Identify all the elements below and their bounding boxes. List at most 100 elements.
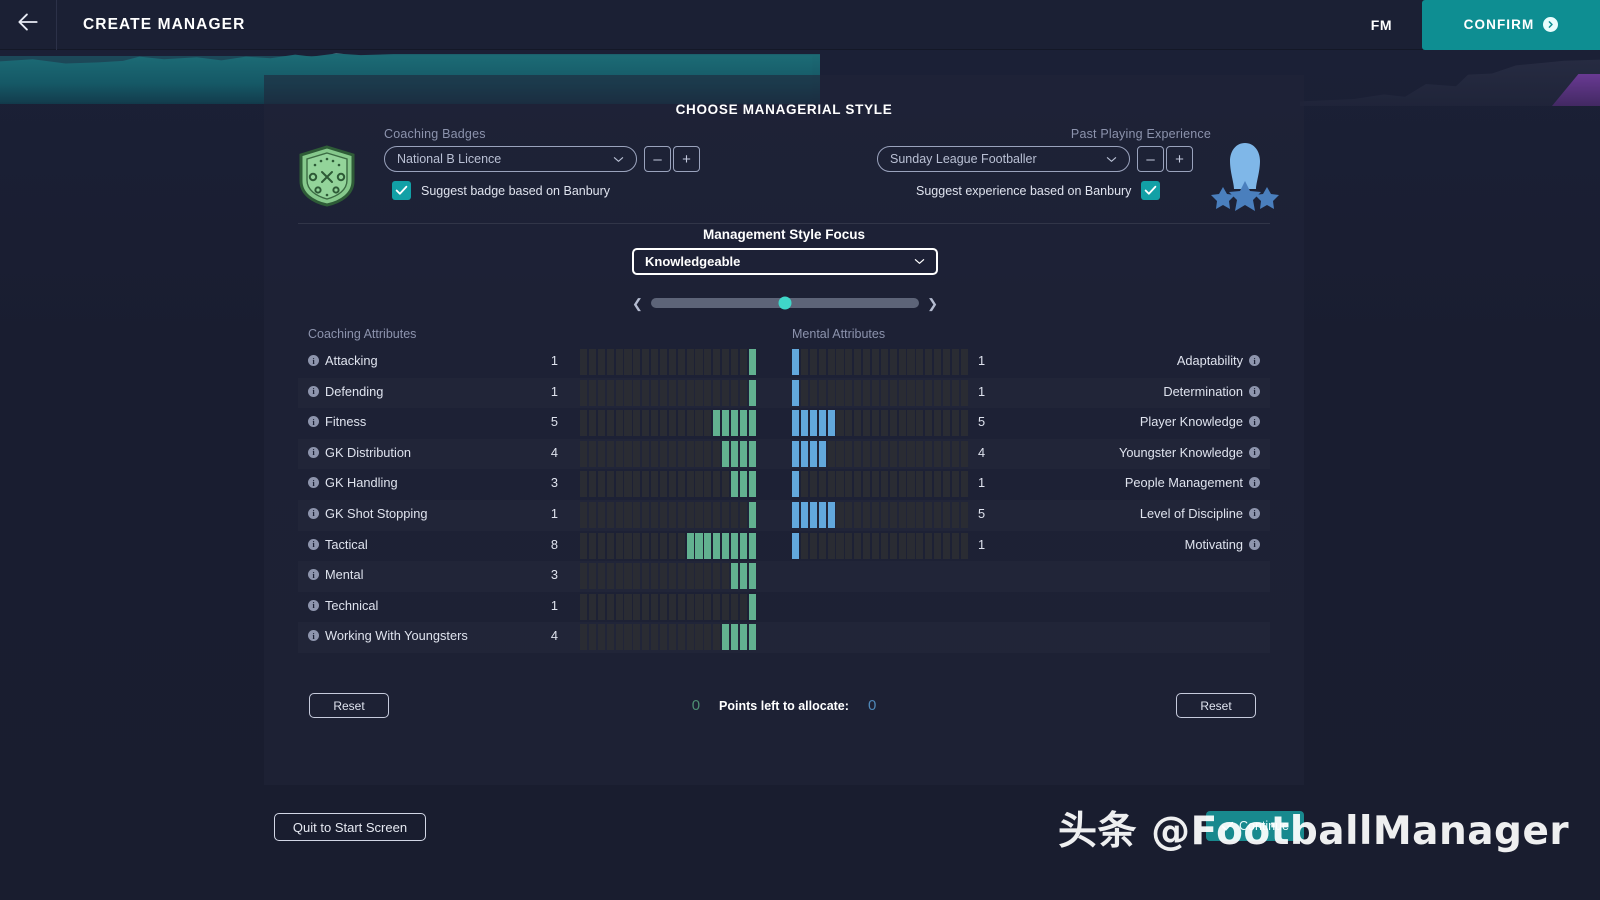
attribute-bar-segment[interactable]	[889, 440, 897, 467]
attribute-bar-segment[interactable]	[624, 349, 632, 375]
attribute-bar-segment[interactable]	[580, 563, 588, 590]
attribute-bar-segment[interactable]	[854, 440, 862, 467]
attribute-bar-segment[interactable]	[588, 593, 597, 620]
attribute-bar-segment[interactable]	[624, 624, 632, 651]
attribute-bar-segment[interactable]	[942, 471, 951, 498]
attribute-bar-segment[interactable]	[898, 379, 906, 406]
attribute-bar-segment[interactable]	[580, 379, 588, 406]
attribute-bar-segment[interactable]	[809, 532, 817, 559]
attribute-bar-segment[interactable]	[713, 379, 721, 406]
info-icon[interactable]: i	[1249, 507, 1260, 519]
attribute-bar-segment[interactable]	[854, 532, 862, 559]
attribute-bar-segment[interactable]	[686, 501, 694, 528]
attribute-bar-segment[interactable]	[668, 410, 676, 437]
attribute-bar-segment[interactable]	[686, 440, 694, 467]
attribute-bar-segment[interactable]	[686, 624, 694, 651]
attribute-bar-segment[interactable]	[615, 593, 623, 620]
mental-attribute-bar[interactable]	[792, 349, 968, 375]
attribute-bar-segment[interactable]	[730, 349, 739, 375]
attribute-bar-segment[interactable]	[606, 563, 614, 590]
attribute-bar-segment[interactable]	[800, 532, 809, 559]
attribute-bar-segment[interactable]	[730, 593, 739, 620]
attribute-bar-segment[interactable]	[606, 349, 614, 375]
attribute-bar-segment[interactable]	[907, 471, 915, 498]
attribute-bar-segment[interactable]	[677, 471, 685, 498]
attribute-bar-segment[interactable]	[880, 349, 888, 375]
attribute-bar-segment[interactable]	[925, 349, 933, 375]
attribute-bar-segment[interactable]	[642, 593, 650, 620]
attribute-bar-segment[interactable]	[942, 440, 951, 467]
attribute-bar-segment[interactable]	[704, 471, 712, 498]
attribute-bar-segment[interactable]	[695, 440, 703, 467]
attribute-bar-segment[interactable]	[588, 501, 597, 528]
attribute-bar-segment[interactable]	[739, 471, 747, 498]
attribute-bar-segment[interactable]	[668, 349, 676, 375]
attribute-bar-segment[interactable]	[659, 563, 668, 590]
attribute-bar-segment[interactable]	[615, 379, 623, 406]
coaching-badges-increment[interactable]: +	[673, 146, 700, 172]
attribute-bar-segment[interactable]	[800, 379, 809, 406]
mental-attribute-bar[interactable]	[792, 532, 968, 559]
attribute-bar-segment[interactable]	[580, 501, 588, 528]
attribute-bar-segment[interactable]	[624, 471, 632, 498]
attribute-bar-segment[interactable]	[739, 349, 747, 375]
attribute-bar-segment[interactable]	[907, 410, 915, 437]
attribute-bar-segment[interactable]	[686, 349, 694, 375]
attribute-bar-segment[interactable]	[580, 471, 588, 498]
attribute-bar-segment[interactable]	[642, 471, 650, 498]
attribute-bar-segment[interactable]	[580, 624, 588, 651]
attribute-bar-segment[interactable]	[792, 532, 800, 559]
attribute-bar-segment[interactable]	[854, 471, 862, 498]
info-icon[interactable]: i	[308, 538, 319, 550]
attribute-bar-segment[interactable]	[871, 349, 880, 375]
attribute-bar-segment[interactable]	[836, 349, 844, 375]
attribute-bar-segment[interactable]	[898, 349, 906, 375]
attribute-bar-segment[interactable]	[722, 440, 730, 467]
attribute-bar-segment[interactable]	[730, 440, 739, 467]
attribute-bar-segment[interactable]	[898, 471, 906, 498]
attribute-bar-segment[interactable]	[934, 440, 942, 467]
attribute-bar-segment[interactable]	[686, 532, 694, 559]
attribute-bar-segment[interactable]	[677, 563, 685, 590]
attribute-bar-segment[interactable]	[880, 532, 888, 559]
attribute-bar-segment[interactable]	[871, 501, 880, 528]
attribute-bar-segment[interactable]	[597, 624, 605, 651]
attribute-bar-segment[interactable]	[889, 471, 897, 498]
attribute-bar-segment[interactable]	[827, 440, 835, 467]
attribute-bar-segment[interactable]	[818, 379, 826, 406]
attribute-bar-segment[interactable]	[668, 471, 676, 498]
attribute-bar-segment[interactable]	[677, 593, 685, 620]
info-icon[interactable]: i	[308, 446, 319, 458]
continue-button[interactable]: Continue	[1206, 811, 1304, 841]
attribute-bar-segment[interactable]	[809, 379, 817, 406]
attribute-bar-segment[interactable]	[739, 440, 747, 467]
past-playing-experience-increment[interactable]: +	[1166, 146, 1193, 172]
attribute-bar-segment[interactable]	[686, 563, 694, 590]
attribute-bar-segment[interactable]	[686, 410, 694, 437]
attribute-bar-segment[interactable]	[606, 593, 614, 620]
attribute-bar-segment[interactable]	[898, 440, 906, 467]
attribute-bar-segment[interactable]	[925, 410, 933, 437]
info-icon[interactable]: i	[308, 385, 319, 397]
quit-to-start-screen-button[interactable]: Quit to Start Screen	[274, 813, 426, 841]
attribute-bar-segment[interactable]	[633, 410, 641, 437]
attribute-bar-segment[interactable]	[695, 410, 703, 437]
attribute-bar-segment[interactable]	[633, 563, 641, 590]
attribute-bar-segment[interactable]	[659, 349, 668, 375]
attribute-bar-segment[interactable]	[836, 440, 844, 467]
attribute-bar-segment[interactable]	[606, 379, 614, 406]
attribute-bar-segment[interactable]	[597, 379, 605, 406]
attribute-bar-segment[interactable]	[677, 410, 685, 437]
attribute-bar-segment[interactable]	[659, 593, 668, 620]
attribute-bar-segment[interactable]	[960, 349, 968, 375]
attribute-bar-segment[interactable]	[677, 440, 685, 467]
attribute-bar-segment[interactable]	[633, 593, 641, 620]
attribute-bar-segment[interactable]	[916, 440, 924, 467]
attribute-bar-segment[interactable]	[615, 501, 623, 528]
attribute-bar-segment[interactable]	[580, 410, 588, 437]
attribute-bar-segment[interactable]	[854, 349, 862, 375]
suggest-experience-checkbox[interactable]	[1141, 181, 1161, 200]
attribute-bar-segment[interactable]	[624, 379, 632, 406]
info-icon[interactable]: i	[308, 507, 319, 519]
attribute-bar-segment[interactable]	[624, 593, 632, 620]
